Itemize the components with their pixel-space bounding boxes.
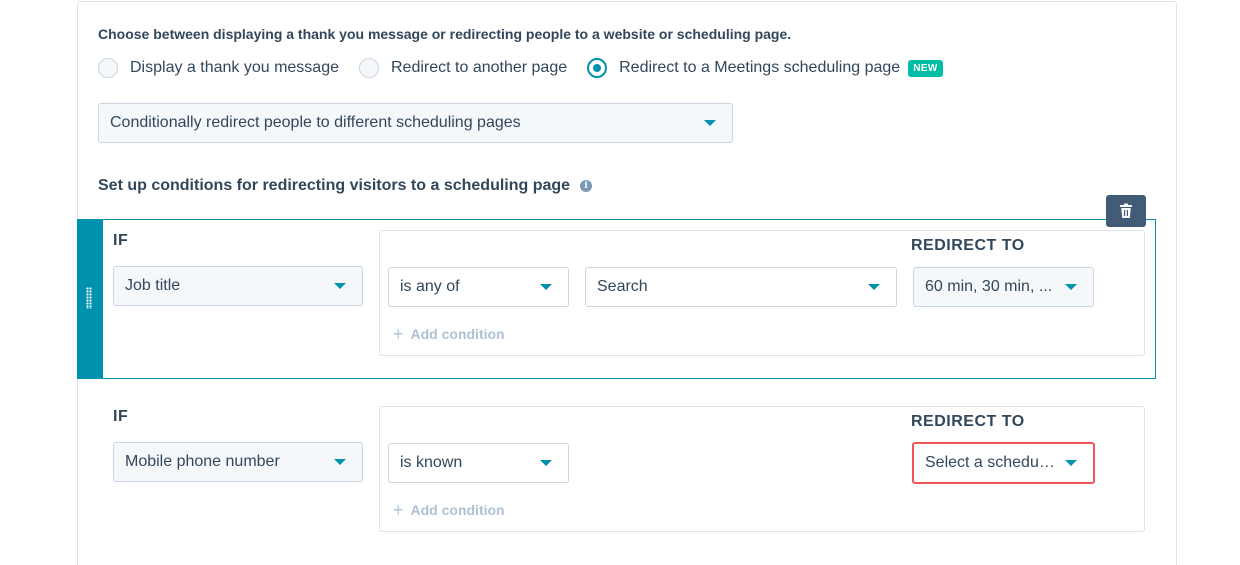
trash-icon <box>1120 203 1132 218</box>
add-condition-button[interactable]: + Add condition <box>393 324 505 344</box>
condition-value: Search <box>597 278 648 295</box>
radio-circle[interactable] <box>98 58 118 78</box>
caret-down-icon <box>540 284 552 290</box>
operator-value: is known <box>400 454 463 471</box>
new-badge: NEW <box>908 59 943 77</box>
add-condition-button[interactable]: + Add condition <box>393 500 505 520</box>
intro-text: Choose between displaying a thank you me… <box>98 26 792 42</box>
section-title-text: Set up conditions for redirecting visito… <box>98 177 571 194</box>
operator-select[interactable]: is any of <box>388 267 569 307</box>
redirect-mode-value: Conditionally redirect people to differe… <box>110 114 521 131</box>
property-select[interactable]: Mobile phone number <box>113 442 363 482</box>
redirect-to-label: REDIRECT TO <box>911 413 1025 430</box>
radio-label: Display a thank you message <box>130 59 339 76</box>
property-value: Job title <box>125 277 181 294</box>
redirect-page-select[interactable]: 60 min, 30 min, ... <box>913 267 1094 307</box>
redirect-mode-select[interactable]: Conditionally redirect people to differe… <box>98 103 733 143</box>
radio-circle-selected[interactable] <box>587 58 608 78</box>
delete-rule-button[interactable] <box>1106 195 1146 227</box>
info-icon[interactable]: i <box>580 180 593 192</box>
property-select[interactable]: Job title <box>113 266 363 306</box>
plus-icon: + <box>393 324 404 344</box>
radio-circle[interactable] <box>359 58 379 78</box>
add-condition-label: Add condition <box>410 502 505 518</box>
if-label: IF <box>113 232 129 249</box>
redirect-option-group: Display a thank you message Redirect to … <box>98 57 943 79</box>
radio-redirect-another-page[interactable]: Redirect to another page <box>359 58 567 78</box>
drag-handle-icon <box>86 287 92 309</box>
caret-down-icon <box>1065 284 1077 290</box>
drag-handle[interactable] <box>77 219 103 379</box>
radio-thank-you-message[interactable]: Display a thank you message <box>98 58 339 78</box>
plus-icon: + <box>393 500 404 520</box>
radio-redirect-meetings-page[interactable]: Redirect to a Meetings scheduling page <box>587 58 900 78</box>
add-condition-label: Add condition <box>410 326 505 342</box>
radio-label: Redirect to another page <box>391 59 568 76</box>
redirect-to-label: REDIRECT TO <box>911 237 1025 254</box>
caret-down-icon <box>1065 460 1077 466</box>
caret-down-icon <box>334 459 346 465</box>
condition-value-select[interactable]: Search <box>585 267 897 307</box>
caret-down-icon <box>704 120 716 126</box>
caret-down-icon <box>868 284 880 290</box>
redirect-page-value: 60 min, 30 min, ... <box>925 278 1053 295</box>
operator-value: is any of <box>400 278 460 295</box>
property-value: Mobile phone number <box>125 453 280 470</box>
caret-down-icon <box>334 283 346 289</box>
redirect-page-select[interactable]: Select a scheduli... <box>912 442 1095 484</box>
operator-select[interactable]: is known <box>388 443 569 483</box>
if-label: IF <box>113 408 129 425</box>
radio-label: Redirect to a Meetings scheduling page <box>619 59 901 76</box>
caret-down-icon <box>540 460 552 466</box>
section-title: Set up conditions for redirecting visito… <box>98 177 593 195</box>
